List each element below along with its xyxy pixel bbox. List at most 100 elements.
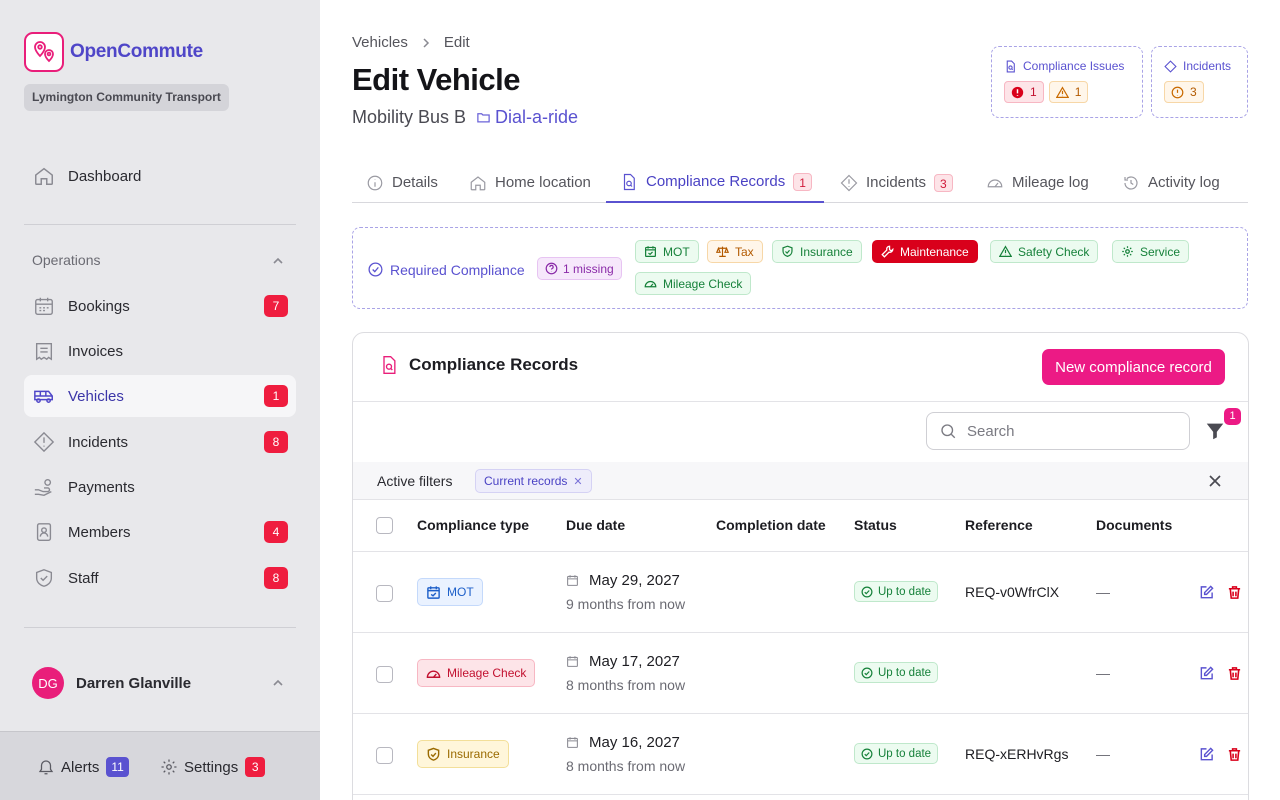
required-tag-mot[interactable]: MOT bbox=[635, 240, 699, 263]
settings-button[interactable]: Settings 3 bbox=[160, 757, 266, 777]
document-search-icon bbox=[379, 355, 399, 375]
nav-count-badge: 4 bbox=[264, 521, 288, 543]
documents-cell: — bbox=[1096, 584, 1110, 600]
trash-icon[interactable] bbox=[1227, 666, 1242, 681]
required-tag-insurance[interactable]: Insurance bbox=[772, 240, 862, 263]
card-title: Compliance Records bbox=[379, 355, 578, 375]
documents-cell: — bbox=[1096, 665, 1110, 681]
wrench-icon bbox=[881, 245, 894, 258]
tab-label: Mileage log bbox=[1012, 174, 1089, 191]
edit-icon[interactable] bbox=[1199, 666, 1214, 681]
tab-mileage-log[interactable]: Mileage log bbox=[972, 162, 1089, 203]
nav-payments[interactable]: Payments bbox=[24, 466, 296, 508]
column-header-compliance-type[interactable]: Compliance type bbox=[417, 517, 529, 533]
map-pins-icon bbox=[24, 32, 64, 72]
row-checkbox[interactable] bbox=[376, 666, 393, 683]
gauge-icon bbox=[426, 666, 441, 681]
question-circle-icon bbox=[545, 262, 558, 275]
nav-incidents[interactable]: Incidents 8 bbox=[24, 421, 296, 463]
nav-dashboard-label: Dashboard bbox=[68, 167, 142, 185]
hand-coins-icon bbox=[33, 476, 55, 498]
user-menu[interactable]: DG Darren Glanville bbox=[32, 667, 191, 699]
nav-vehicles[interactable]: Vehicles 1 bbox=[24, 375, 296, 417]
nav-invoices[interactable]: Invoices bbox=[24, 330, 296, 372]
breadcrumb-vehicles-link[interactable]: Vehicles bbox=[352, 34, 408, 51]
alerts-button[interactable]: Alerts 11 bbox=[37, 757, 129, 777]
vehicle-name: Mobility Bus B bbox=[352, 107, 467, 127]
trash-icon[interactable] bbox=[1227, 585, 1242, 600]
filter-count-badge: 1 bbox=[1224, 408, 1241, 425]
tab-label: Home location bbox=[495, 174, 591, 191]
edit-icon[interactable] bbox=[1199, 585, 1214, 600]
app-logo[interactable]: OpenCommute bbox=[24, 32, 203, 72]
chevron-up-icon[interactable] bbox=[271, 254, 285, 268]
tab-incidents[interactable]: Incidents 3 bbox=[826, 162, 953, 203]
tab-label: Details bbox=[392, 174, 438, 191]
new-compliance-record-button[interactable]: New compliance record bbox=[1042, 349, 1225, 385]
vehicle-category-link[interactable]: Dial-a-ride bbox=[495, 107, 578, 128]
tab-details[interactable]: Details bbox=[352, 162, 438, 203]
required-tag-maintenance[interactable]: Maintenance bbox=[872, 240, 978, 263]
row-divider bbox=[353, 713, 1248, 714]
due-date-cell: May 17, 2027 8 months from now bbox=[566, 653, 686, 693]
alerts-count-badge: 11 bbox=[106, 757, 129, 777]
tab-home-location[interactable]: Home location bbox=[455, 162, 591, 203]
tab-activity-log[interactable]: Activity log bbox=[1108, 162, 1220, 203]
tab-count-badge: 3 bbox=[934, 173, 953, 192]
edit-icon[interactable] bbox=[1199, 747, 1214, 762]
gear-icon bbox=[160, 758, 178, 776]
nav-label: Invoices bbox=[68, 342, 124, 360]
nav-label: Payments bbox=[68, 478, 135, 496]
nav-label: Bookings bbox=[68, 297, 130, 315]
nav-bookings[interactable]: Bookings 7 bbox=[24, 285, 296, 327]
remove-filter-icon[interactable]: ✕ bbox=[573, 475, 582, 488]
row-checkbox[interactable] bbox=[376, 747, 393, 764]
clear-filters-icon[interactable] bbox=[1208, 474, 1222, 488]
check-circle-icon bbox=[861, 667, 873, 679]
incidents-summary-title: Incidents bbox=[1183, 59, 1232, 73]
bell-icon bbox=[37, 758, 55, 776]
breadcrumb: Vehicles Edit bbox=[352, 34, 470, 51]
nav-members[interactable]: Members 4 bbox=[24, 511, 296, 553]
compliance-type-tag: Mileage Check bbox=[417, 659, 536, 687]
check-circle-icon bbox=[861, 586, 873, 598]
tab-label: Compliance Records bbox=[646, 173, 786, 190]
home-icon bbox=[469, 174, 487, 192]
nav-dashboard[interactable]: Dashboard bbox=[24, 155, 296, 197]
filter-chip-current-records[interactable]: Current records ✕ bbox=[475, 469, 592, 493]
required-tag-tax[interactable]: Tax bbox=[707, 240, 763, 263]
required-tag-mileage-check[interactable]: Mileage Check bbox=[635, 272, 752, 295]
trash-icon[interactable] bbox=[1227, 747, 1242, 762]
column-header-completion-date[interactable]: Completion date bbox=[716, 517, 826, 533]
nav-label: Members bbox=[68, 523, 131, 541]
nav-label: Vehicles bbox=[68, 387, 124, 405]
calendar-icon bbox=[566, 736, 579, 749]
status-badge: Up to date bbox=[854, 662, 939, 683]
due-date-cell: May 29, 2027 9 months from now bbox=[566, 572, 686, 612]
column-header-status[interactable]: Status bbox=[854, 517, 897, 533]
column-header-documents[interactable]: Documents bbox=[1096, 517, 1172, 533]
alert-diamond-icon bbox=[840, 174, 858, 192]
nav-count-badge: 8 bbox=[264, 567, 288, 589]
sidebar-footer: Alerts 11 Settings 3 bbox=[0, 731, 320, 800]
column-header-due-date[interactable]: Due date bbox=[566, 517, 625, 533]
column-header-reference[interactable]: Reference bbox=[965, 517, 1033, 533]
organisation-badge: Lymington Community Transport bbox=[24, 84, 229, 111]
nav-section-operations[interactable]: Operations bbox=[32, 252, 100, 268]
search-box[interactable] bbox=[926, 412, 1190, 450]
required-tag-safety-check[interactable]: Safety Check bbox=[990, 240, 1099, 263]
compliance-error-count: 1 bbox=[1004, 81, 1044, 103]
row-checkbox[interactable] bbox=[376, 585, 393, 602]
required-tag-service[interactable]: Service bbox=[1112, 240, 1190, 263]
history-icon bbox=[1122, 174, 1140, 192]
nav-staff[interactable]: Staff 8 bbox=[24, 557, 296, 599]
chevron-up-icon[interactable] bbox=[271, 676, 285, 690]
calendar-icon bbox=[566, 574, 579, 587]
compliance-issues-summary[interactable]: Compliance Issues 1 1 bbox=[991, 46, 1143, 118]
select-all-checkbox[interactable] bbox=[376, 517, 393, 534]
tab-compliance-records[interactable]: Compliance Records 1 bbox=[606, 162, 824, 203]
incidents-summary[interactable]: Incidents 3 bbox=[1151, 46, 1248, 118]
search-input[interactable] bbox=[967, 422, 1167, 440]
filter-icon[interactable] bbox=[1204, 420, 1226, 442]
alert-diamond-icon bbox=[33, 431, 55, 453]
